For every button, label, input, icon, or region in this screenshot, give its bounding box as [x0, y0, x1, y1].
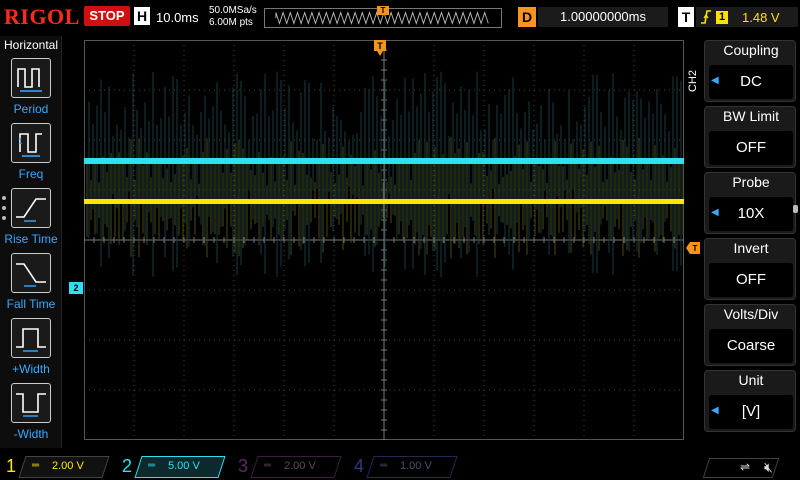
ch1-tab[interactable]: 1 ═ 2.00 V — [0, 454, 110, 480]
noise-spikes — [86, 71, 684, 278]
svg-text:T: T — [377, 41, 383, 51]
usb-icon: ⇌ — [740, 460, 751, 474]
brand-logo: RIGOL — [4, 4, 80, 29]
horizontal-measure-menu: Horizontal Period 1 Freq Rise Time Fall … — [0, 36, 62, 448]
dc-coupling-icon: ═ — [148, 460, 156, 471]
run-stop-indicator[interactable]: STOP — [84, 6, 130, 26]
waveform-display[interactable] — [84, 40, 684, 440]
left-menu-title: Horizontal — [3, 38, 59, 52]
sample-rate: 50.0MSa/s — [209, 5, 257, 16]
neg-width-icon — [11, 383, 51, 423]
horizontal-badge: H — [134, 7, 150, 25]
menu-probe[interactable]: Probe 10X ◀ — [704, 172, 796, 234]
delay-badge: D — [518, 7, 536, 27]
rising-edge-icon — [700, 9, 712, 28]
menu-item-fall-time[interactable]: Fall Time — [0, 253, 62, 315]
ch2-ground-marker[interactable]: 2 — [69, 282, 83, 294]
left-arrow-icon: ◀ — [711, 405, 719, 416]
top-status-bar: RIGOL STOP H 10.0ms 50.0MSa/s 6.00M pts … — [0, 0, 800, 36]
left-arrow-icon: ◀ — [711, 75, 719, 86]
ch2-trace — [84, 158, 684, 164]
graticule — [84, 40, 684, 440]
trigger-badge: T — [678, 7, 694, 27]
menu-coupling[interactable]: Coupling DC ◀ — [704, 40, 796, 102]
channel-settings-menu: Coupling DC ◀ BW Limit OFF Probe 10X ◀ I… — [704, 40, 796, 432]
channel-menu-label: CH2 — [687, 69, 699, 92]
menu-item-rise-time[interactable]: Rise Time — [0, 188, 62, 250]
speaker-muted-icon: 🔇︎ — [764, 459, 773, 475]
freq-icon: 1 — [11, 123, 51, 163]
menu-item-period[interactable]: Period — [0, 58, 62, 120]
rise-time-icon — [11, 188, 51, 228]
ch3-tab[interactable]: 3 ═ 2.00 V — [232, 454, 342, 480]
ch2-tab[interactable]: 2 ═ 5.00 V — [116, 454, 226, 480]
dc-coupling-icon: ═ — [32, 460, 40, 471]
memory-trigger-marker: T — [377, 6, 389, 15]
timebase-value[interactable]: 10.0ms — [156, 10, 199, 25]
trigger-source-badge: 1 — [716, 11, 728, 24]
ch1-trace — [84, 199, 684, 204]
menu-volts-div[interactable]: Volts/Div Coarse — [704, 304, 796, 366]
svg-text:T: T — [693, 244, 698, 253]
memory-depth: 6.00M pts — [209, 17, 253, 28]
menu-invert[interactable]: Invert OFF — [704, 238, 796, 300]
ch4-tab[interactable]: 4 ═ 1.00 V — [348, 454, 458, 480]
trigger-level-marker[interactable]: T — [686, 242, 700, 254]
menu-unit[interactable]: Unit [V] ◀ — [704, 370, 796, 432]
dc-coupling-icon: ═ — [380, 460, 388, 471]
channel-status-bar: 1 ═ 2.00 V 2 ═ 5.00 V 3 ═ 2.00 V 4 ═ 1.0… — [0, 454, 800, 480]
menu-page-dots — [2, 196, 6, 226]
trigger-level: 1.48 V — [742, 10, 780, 25]
dc-coupling-icon: ═ — [264, 460, 272, 471]
fall-time-icon — [11, 253, 51, 293]
trigger-position-marker[interactable]: T — [374, 40, 386, 56]
menu-item-neg-width[interactable]: -Width — [0, 383, 62, 445]
delay-value[interactable]: 1.00000000ms — [538, 7, 668, 27]
left-arrow-icon: ◀ — [711, 207, 719, 218]
pos-width-icon — [11, 318, 51, 358]
svg-text:1: 1 — [18, 137, 23, 146]
menu-item-pos-width[interactable]: +Width — [0, 318, 62, 380]
period-icon — [11, 58, 51, 98]
menu-page-dot — [793, 205, 798, 213]
menu-item-freq[interactable]: 1 Freq — [0, 123, 62, 185]
waveform-canvas — [84, 40, 684, 440]
menu-bw-limit[interactable]: BW Limit OFF — [704, 106, 796, 168]
